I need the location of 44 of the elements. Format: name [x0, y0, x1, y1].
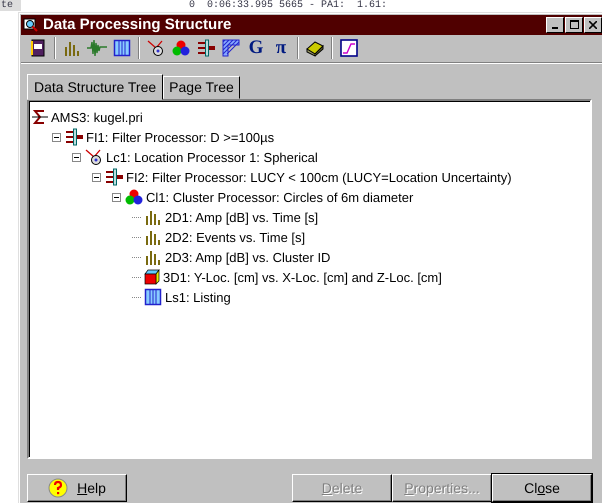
- magnifier-icon: [23, 16, 39, 33]
- window-title: Data Processing Structure: [43, 16, 232, 34]
- maximize-button[interactable]: [565, 16, 583, 33]
- filter-icon: [105, 168, 123, 186]
- tree-item[interactable]: 2D3: Amp [dB] vs. Cluster ID: [165, 250, 330, 264]
- bar-chart-icon: [144, 208, 162, 226]
- close-button[interactable]: [584, 16, 602, 33]
- tab[interactable]: Data Structure Tree: [27, 74, 164, 100]
- tree-item[interactable]: 3D1: Y-Loc. [cm] vs. X-Loc. [cm] and Z-Loc. [cm]: [163, 270, 442, 284]
- tree-item[interactable]: Cl1: Cluster Processor: Circles of 6m diameter: [146, 190, 414, 204]
- tree-item[interactable]: FI1: Filter Processor: D >=100µs: [86, 130, 274, 144]
- question-mark-icon: [48, 478, 68, 498]
- toolbar-letter-button[interactable]: G: [245, 37, 267, 60]
- bar-chart-icon: [144, 228, 162, 246]
- tree-item[interactable]: 2D1: Amp [dB] vs. Time [s]: [165, 210, 318, 224]
- minimize-button[interactable]: [546, 16, 564, 33]
- collapse-toggle[interactable]: [92, 172, 101, 182]
- tree-item[interactable]: FI2: Filter Processor: LUCY < 100cm (LUCY=Location Uncertainty): [126, 170, 512, 184]
- filter-icon: [65, 128, 83, 146]
- collapse-toggle[interactable]: [52, 132, 61, 142]
- cube-icon: [144, 269, 160, 285]
- grid-icon: [144, 288, 162, 306]
- grid-button[interactable]: [111, 37, 133, 60]
- collapse-toggle[interactable]: [72, 152, 81, 162]
- tree-item[interactable]: 2D2: Events vs. Time [s]: [165, 230, 306, 244]
- help-button[interactable]: Help: [27, 474, 127, 502]
- maximize-icon: [570, 20, 578, 30]
- bar-chart-icon: [144, 248, 162, 266]
- close-icon: [589, 20, 597, 29]
- minimize-icon: [552, 26, 558, 29]
- hatched-corner-button[interactable]: [220, 37, 242, 60]
- curve-chart-button[interactable]: [338, 37, 360, 60]
- crossed-lines-target-icon: [85, 148, 103, 166]
- sigma-icon: [32, 109, 48, 125]
- dialog-button[interactable]: Close: [492, 474, 592, 502]
- toolbar-letter-button[interactable]: π: [270, 37, 292, 60]
- filter-button[interactable]: [195, 37, 217, 60]
- tree-item[interactable]: Lc1: Location Processor 1: Spherical: [106, 150, 318, 164]
- collapse-toggle[interactable]: [112, 192, 121, 202]
- tree-item[interactable]: AMS3: kugel.pri: [51, 110, 143, 124]
- colored-circles-icon: [125, 188, 143, 206]
- tree-item[interactable]: Ls1: Listing: [165, 290, 231, 304]
- background-text: te: [0, 0, 21, 11]
- background-status-text: 0 0:06:33.995 5665 - PA1: 1.61:: [189, 0, 388, 11]
